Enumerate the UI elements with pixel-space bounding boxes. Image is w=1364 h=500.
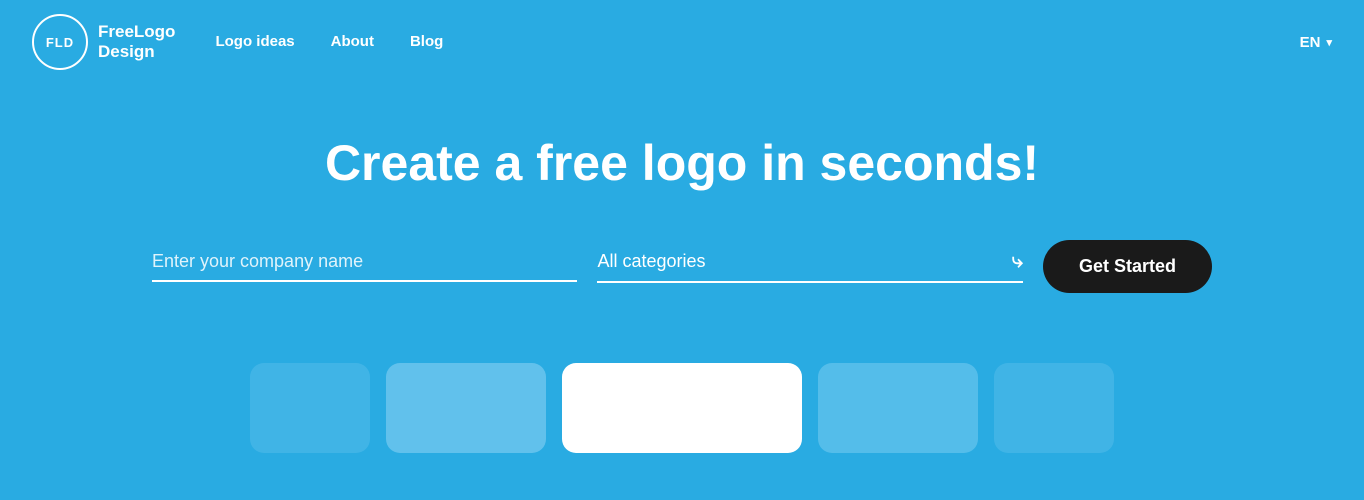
logo-card-5 bbox=[994, 363, 1114, 453]
site-logo[interactable]: FLD FreeLogo Design bbox=[32, 14, 175, 70]
nav-links: Logo ideas About Blog bbox=[215, 33, 1299, 51]
language-label: EN bbox=[1300, 34, 1321, 51]
logo-card-1 bbox=[250, 363, 370, 453]
logo-card-3 bbox=[562, 363, 802, 453]
nav-link-about[interactable]: About bbox=[331, 33, 374, 50]
category-label: All categories bbox=[597, 251, 705, 272]
company-name-input[interactable] bbox=[152, 251, 577, 272]
company-name-field-wrapper bbox=[152, 251, 577, 282]
nav-link-logo-ideas[interactable]: Logo ideas bbox=[215, 33, 294, 50]
language-selector[interactable]: EN ▾ bbox=[1300, 34, 1332, 51]
logo-cards-preview bbox=[0, 323, 1364, 453]
hero-title: Create a free logo in seconds! bbox=[325, 134, 1039, 192]
logo-circle: FLD bbox=[32, 14, 88, 70]
logo-text: FreeLogo Design bbox=[98, 22, 175, 63]
logo-card-2 bbox=[386, 363, 546, 453]
chevron-down-icon: ⤷ bbox=[1012, 250, 1023, 273]
search-bar: All categories ⤷ Get Started bbox=[152, 240, 1212, 293]
chevron-down-icon: ▾ bbox=[1326, 36, 1332, 49]
get-started-button[interactable]: Get Started bbox=[1043, 240, 1212, 293]
logo-card-4 bbox=[818, 363, 978, 453]
navbar: FLD FreeLogo Design Logo ideas About Blo… bbox=[0, 0, 1364, 84]
nav-link-blog[interactable]: Blog bbox=[410, 33, 443, 50]
category-select[interactable]: All categories ⤷ bbox=[597, 250, 1022, 283]
hero-section: Create a free logo in seconds! All categ… bbox=[0, 84, 1364, 323]
